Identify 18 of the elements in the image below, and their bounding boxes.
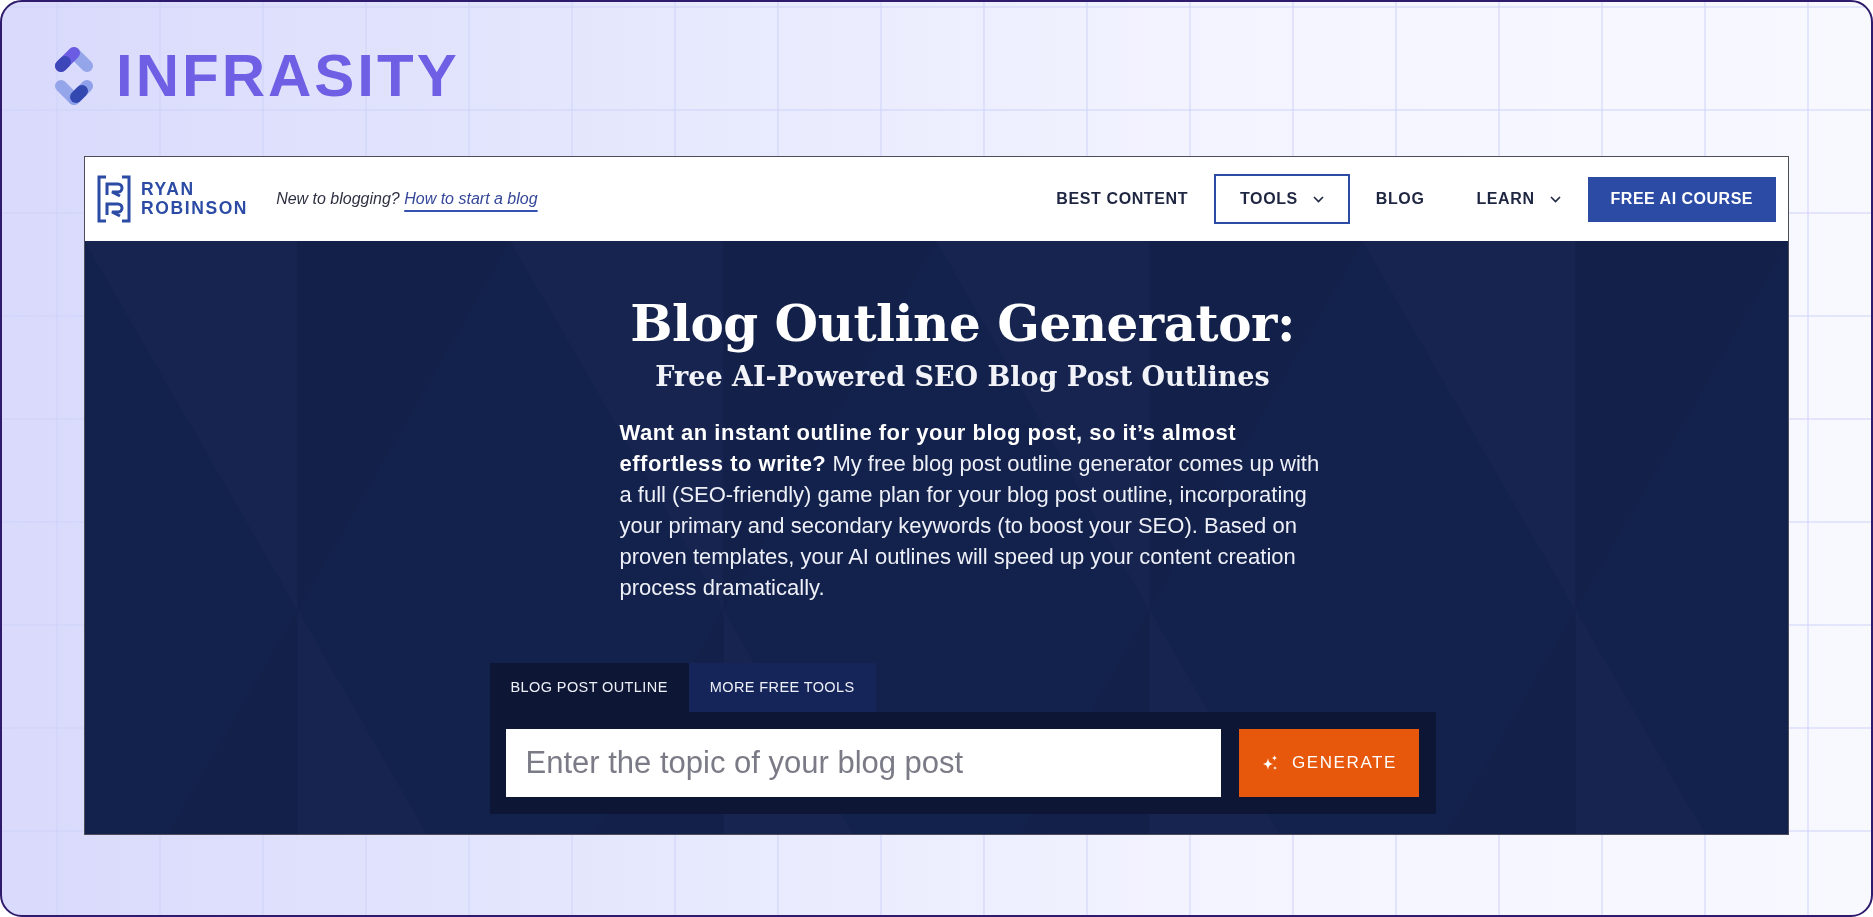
tool-tab[interactable]: MORE FREE TOOLS bbox=[688, 663, 876, 712]
intro-paragraph: Want an instant outline for your blog post, so it’s almost effortless to write? My free blog post outline generator comes up with a full (SEO-friendly) game plan for your blog post outline, incorporating your primary and secondary keywords (to boost your SEO). Based on proven templates, your AI outlines will speed up your content creation process dramatically. bbox=[619, 419, 1321, 602]
generate-button[interactable]: GENERATE bbox=[1238, 729, 1419, 797]
tool-tab[interactable]: BLOG POST OUTLINE bbox=[489, 663, 689, 712]
nav-link[interactable]: TOOLS bbox=[1214, 174, 1350, 224]
tagline-text: New to blogging? How to start a blog bbox=[276, 189, 538, 209]
sparkle-icon bbox=[1261, 755, 1278, 771]
brand-name: INFRASITY bbox=[116, 46, 460, 106]
logo-icon bbox=[54, 45, 94, 107]
page-subtitle: Free AI-Powered SEO Blog Post Outlines bbox=[654, 363, 1271, 390]
nav-link[interactable]: LEARN bbox=[1450, 174, 1587, 224]
start-blog-link[interactable]: How to start a blog bbox=[404, 190, 538, 207]
free-course-button[interactable]: FREE AI COURSE bbox=[1587, 176, 1776, 222]
nav-link[interactable]: BLOG bbox=[1349, 174, 1451, 224]
logo-text: RYAN ROBINSON bbox=[141, 180, 249, 218]
topic-input[interactable]: Enter the topic of your blog post bbox=[505, 729, 1221, 797]
nav-link[interactable]: BEST CONTENT bbox=[1030, 174, 1214, 224]
logo-icon bbox=[97, 175, 131, 223]
